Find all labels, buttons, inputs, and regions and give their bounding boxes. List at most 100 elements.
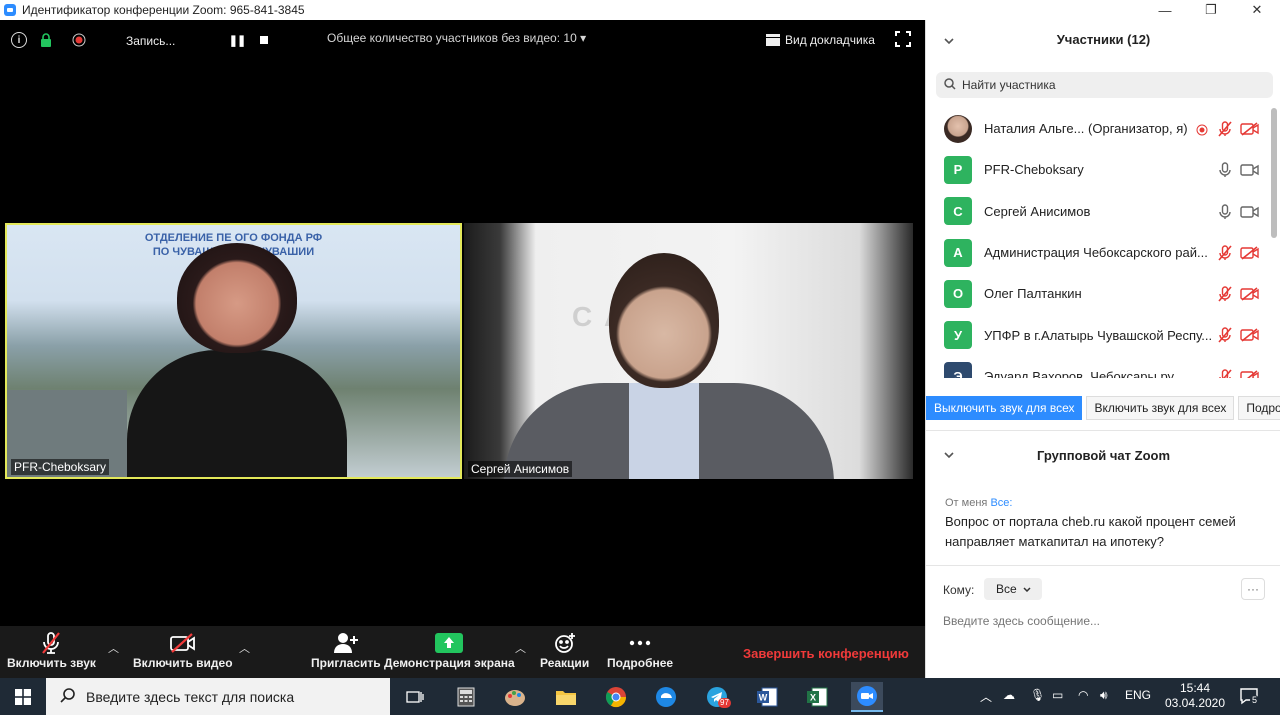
video-off-icon[interactable] bbox=[1240, 122, 1260, 136]
excel-icon[interactable]: X bbox=[802, 682, 832, 712]
zoom-taskbar-icon[interactable] bbox=[851, 682, 883, 712]
video-options-chevron-icon[interactable]: ︿ bbox=[239, 640, 250, 656]
video-off-icon[interactable] bbox=[1240, 370, 1260, 378]
participant-row[interactable]: Наталия Альге... (Организатор, я) bbox=[926, 108, 1271, 149]
edge-icon[interactable] bbox=[651, 682, 681, 712]
pause-recording-icon[interactable]: ❚❚ bbox=[229, 32, 246, 48]
muted-mic-icon[interactable] bbox=[1218, 327, 1232, 344]
share-options-chevron-icon[interactable]: ︿ bbox=[515, 640, 526, 656]
share-screen-button[interactable]: Демонстрация экрана bbox=[384, 630, 515, 670]
lock-icon[interactable] bbox=[38, 32, 54, 48]
video-off-icon[interactable] bbox=[1240, 328, 1260, 343]
mic-icon[interactable] bbox=[1218, 162, 1232, 178]
participant-name: Эдуард Вахоров, Чебоксары.ру bbox=[984, 368, 1175, 378]
avatar bbox=[944, 114, 972, 143]
window-controls: — ❐ ✕ bbox=[1142, 0, 1280, 20]
participant-name: Администрация Чебоксарского рай... bbox=[984, 245, 1208, 261]
taskbar-search-input[interactable]: Введите здесь текст для поиска bbox=[86, 689, 294, 705]
avatar: P bbox=[944, 155, 972, 184]
chat-to-label: Кому: bbox=[943, 583, 975, 597]
stop-recording-icon[interactable] bbox=[256, 32, 272, 48]
no-video-count-dropdown[interactable]: Общее количество участников без видео: 1… bbox=[327, 31, 586, 45]
video-off-icon[interactable] bbox=[1240, 246, 1260, 260]
invite-button[interactable]: Пригласить bbox=[311, 630, 381, 670]
reactions-button[interactable]: Реакции bbox=[540, 630, 589, 670]
participant-name: Олег Палтанкин bbox=[984, 286, 1082, 302]
cloud-icon[interactable]: ☁ bbox=[1003, 688, 1015, 702]
chat-recipient[interactable]: Все: bbox=[990, 497, 1012, 509]
notifications-icon[interactable]: 5 bbox=[1240, 687, 1260, 705]
minimize-button[interactable]: — bbox=[1142, 0, 1188, 20]
close-button[interactable]: ✕ bbox=[1234, 0, 1280, 20]
participant-row[interactable]: У УПФР в г.Алатырь Чувашской Респу... bbox=[926, 314, 1271, 355]
start-video-button[interactable]: Включить видео bbox=[133, 630, 233, 670]
speaker-face bbox=[177, 243, 297, 353]
chat-recipient-select[interactable]: Все bbox=[984, 578, 1042, 600]
muted-mic-icon[interactable] bbox=[1218, 369, 1232, 378]
paint-icon[interactable] bbox=[500, 682, 530, 712]
speaker-body bbox=[127, 350, 347, 477]
unmute-all-button[interactable]: Включить звук для всех bbox=[1086, 396, 1235, 420]
task-view-icon[interactable] bbox=[400, 682, 430, 712]
participant-scrollbar[interactable] bbox=[1271, 108, 1277, 238]
file-explorer-icon[interactable] bbox=[551, 682, 581, 712]
muted-mic-icon[interactable] bbox=[1218, 245, 1232, 261]
video-off-icon[interactable] bbox=[1240, 287, 1260, 301]
video-icon[interactable] bbox=[1240, 205, 1260, 219]
add-user-icon bbox=[333, 630, 359, 656]
participant-row[interactable]: О Олег Палтанкин bbox=[926, 273, 1271, 314]
volume-icon[interactable]: 🔊︎ bbox=[1100, 688, 1108, 703]
participant-name: УПФР в г.Алатырь Чувашской Респу... bbox=[984, 327, 1212, 343]
telegram-icon[interactable]: 97 bbox=[702, 682, 732, 712]
taskbar-search[interactable]: Введите здесь текст для поиска bbox=[46, 678, 390, 715]
video-name-label: PFR-Cheboksary bbox=[11, 459, 110, 475]
mute-all-button[interactable]: Выключить звук для всех bbox=[926, 396, 1083, 420]
battery-icon[interactable]: ▭ bbox=[1052, 688, 1063, 702]
participant-search[interactable]: Найти участника bbox=[936, 72, 1273, 98]
more-button[interactable]: Подробнее bbox=[607, 630, 673, 670]
participant-row[interactable]: А Администрация Чебоксарского рай... bbox=[926, 232, 1271, 273]
video-icon[interactable] bbox=[1240, 163, 1260, 177]
participant-name: Наталия Альге... (Организатор, я) bbox=[984, 121, 1188, 137]
svg-text:W: W bbox=[759, 693, 768, 703]
grid-view-icon bbox=[766, 34, 780, 46]
muted-mic-icon bbox=[40, 630, 62, 656]
mic-icon[interactable] bbox=[1218, 203, 1232, 220]
tray-chevron-icon[interactable]: ︿ bbox=[980, 688, 992, 705]
clock[interactable]: 15:44 03.04.2020 bbox=[1160, 681, 1230, 711]
word-icon[interactable]: W bbox=[752, 682, 782, 712]
title-bar: Идентификатор конференции Zoom: 965-841-… bbox=[0, 0, 1280, 20]
chat-more-button[interactable]: ··· bbox=[1241, 578, 1265, 600]
wifi-icon[interactable]: ◠ bbox=[1078, 688, 1088, 702]
end-meeting-button[interactable]: Завершить конференцию bbox=[743, 646, 909, 661]
info-icon[interactable]: i bbox=[11, 32, 27, 48]
muted-mic-icon[interactable] bbox=[1218, 286, 1232, 302]
video-tile-pfr[interactable]: ОТДЕЛЕНИЕ ПЕ ОГО ФОНДА РФ ПО ЧУВАШСК КЕ … bbox=[5, 223, 462, 479]
start-button[interactable] bbox=[0, 678, 46, 715]
chat-message-input[interactable] bbox=[943, 610, 1263, 632]
restore-button[interactable]: ❐ bbox=[1188, 0, 1234, 20]
microphone-icon[interactable]: 🎙︎ bbox=[1030, 688, 1045, 702]
recording-label: Запись... bbox=[126, 34, 176, 48]
participant-row[interactable]: С Сергей Анисимов bbox=[926, 191, 1271, 232]
participant-list: Наталия Альге... (Организатор, я) P PFR-Ch… bbox=[926, 108, 1271, 378]
fullscreen-icon[interactable] bbox=[895, 31, 911, 47]
unmute-button[interactable]: Включить звук bbox=[7, 630, 96, 670]
participant-row[interactable]: P PFR-Cheboksary bbox=[926, 149, 1271, 190]
chrome-icon[interactable] bbox=[601, 682, 631, 712]
video-name-label: Сергей Анисимов bbox=[468, 461, 573, 477]
window-title: Идентификатор конференции Zoom: 965-841-… bbox=[22, 3, 305, 17]
audio-options-chevron-icon[interactable]: ︿ bbox=[108, 640, 119, 656]
language-indicator[interactable]: ENG bbox=[1125, 688, 1151, 702]
muted-mic-icon[interactable] bbox=[1218, 121, 1232, 137]
participant-name: PFR-Cheboksary bbox=[984, 162, 1084, 178]
speaker-view-button[interactable]: Вид докладчика bbox=[766, 30, 875, 50]
participant-row[interactable]: Э Эдуард Вахоров, Чебоксары.ру bbox=[926, 356, 1271, 378]
calculator-icon[interactable] bbox=[451, 682, 481, 712]
video-tile-anisimov[interactable]: С АНК Сергей Анисимов bbox=[464, 223, 913, 479]
zoom-app-icon bbox=[4, 4, 16, 16]
participants-header: Участники (12) bbox=[1056, 32, 1151, 47]
avatar: С bbox=[944, 197, 972, 226]
search-input[interactable]: Найти участника bbox=[962, 78, 1056, 92]
participants-more-button[interactable]: Подробнее bbox=[1238, 396, 1280, 420]
